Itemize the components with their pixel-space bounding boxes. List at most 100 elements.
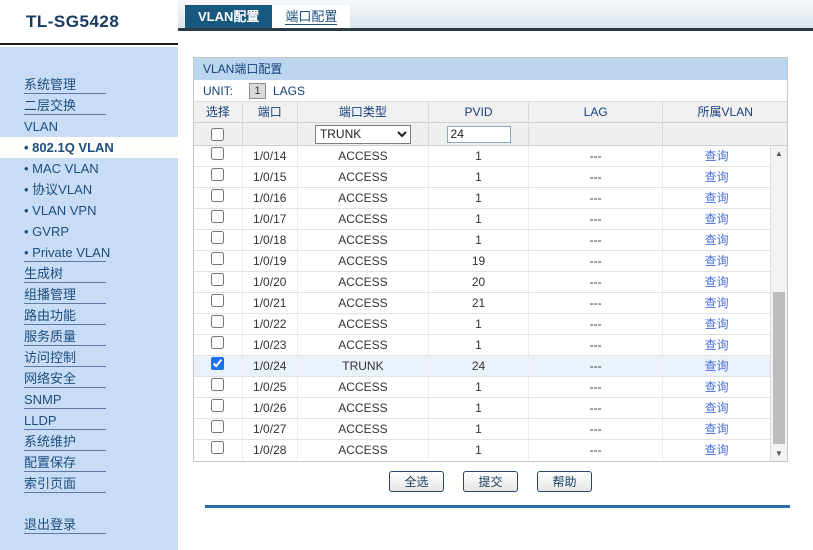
row-checkbox[interactable] [211, 168, 224, 181]
tab-label: VLAN配置 [198, 9, 259, 24]
port-rows-area: 1/0/14 ACCESS 1 --- 查询 1/0/15 ACCESS 1 -… [194, 146, 787, 461]
sidebar-item[interactable]: LLDP [0, 410, 178, 431]
sidebar-item-label: 二层交换 [24, 98, 76, 113]
pvid-cell: 19 [428, 251, 528, 271]
vlan-query-link[interactable]: 查询 [705, 233, 729, 247]
row-checkbox[interactable] [211, 420, 224, 433]
pvid-cell: 1 [428, 419, 528, 439]
vlan-query-link[interactable]: 查询 [705, 254, 729, 268]
row-checkbox[interactable] [211, 315, 224, 328]
sidebar-item[interactable]: SNMP [0, 389, 178, 410]
vlan-query-link[interactable]: 查询 [705, 380, 729, 394]
sidebar-item[interactable]: GVRP [0, 221, 178, 242]
sidebar-item[interactable]: 配置保存 [0, 452, 178, 473]
table-row: 1/0/18 ACCESS 1 --- 查询 [194, 230, 770, 251]
help-button[interactable]: 帮助 [537, 471, 592, 492]
port-cell: 1/0/21 [242, 293, 297, 313]
lag-cell: --- [528, 314, 663, 334]
table-row: 1/0/22 ACCESS 1 --- 查询 [194, 314, 770, 335]
sidebar-item[interactable]: VLAN [0, 116, 178, 137]
sidebar-item[interactable]: 退出登录 [0, 514, 178, 535]
vlan-query-link[interactable]: 查询 [705, 443, 729, 457]
footer-divider [205, 505, 790, 508]
row-checkbox[interactable] [211, 189, 224, 202]
col-header-pvid: PVID [428, 102, 528, 122]
vlan-query-link[interactable]: 查询 [705, 317, 729, 331]
vlan-query-link[interactable]: 查询 [705, 296, 729, 310]
sidebar-item[interactable]: 系统维护 [0, 431, 178, 452]
col-header-select: 选择 [194, 102, 242, 122]
row-checkbox[interactable] [211, 336, 224, 349]
row-checkbox[interactable] [211, 252, 224, 265]
port-type-cell: ACCESS [297, 419, 429, 439]
lag-cell: --- [528, 230, 663, 250]
row-checkbox[interactable] [211, 441, 224, 454]
lag-cell: --- [528, 209, 663, 229]
sidebar-item-label: SNMP [24, 392, 62, 407]
pvid-cell: 1 [428, 188, 528, 208]
unit-selector-row: UNIT: 1 LAGS [194, 80, 787, 102]
sidebar-item-label: 网络安全 [24, 371, 76, 386]
scrollbar-thumb[interactable] [773, 292, 785, 444]
vlan-query-link[interactable]: 查询 [705, 170, 729, 184]
port-cell: 1/0/20 [242, 272, 297, 292]
sidebar-item-label: 802.1Q VLAN [32, 140, 114, 155]
sidebar-item[interactable]: 协议VLAN [0, 179, 178, 200]
submit-button[interactable]: 提交 [463, 471, 518, 492]
unit-1-button[interactable]: 1 [249, 83, 266, 99]
select-all-checkbox[interactable] [211, 128, 224, 141]
sidebar-item[interactable]: 组播管理 [0, 284, 178, 305]
sidebar-item[interactable]: MAC VLAN [0, 158, 178, 179]
sidebar-item[interactable]: 802.1Q VLAN [0, 137, 178, 158]
sidebar-item[interactable]: 路由功能 [0, 305, 178, 326]
port-type-select[interactable]: TRUNK [315, 125, 411, 144]
pvid-cell: 1 [428, 314, 528, 334]
scroll-up-icon[interactable]: ▲ [771, 146, 787, 161]
table-row: 1/0/25 ACCESS 1 --- 查询 [194, 377, 770, 398]
sidebar-item[interactable]: VLAN VPN [0, 200, 178, 221]
port-type-cell: ACCESS [297, 230, 429, 250]
pvid-input[interactable] [447, 126, 511, 143]
row-checkbox[interactable] [211, 273, 224, 286]
sidebar-item[interactable]: 索引页面 [0, 473, 178, 494]
sidebar-item-label: 访问控制 [24, 350, 76, 365]
vlan-query-link[interactable]: 查询 [705, 359, 729, 373]
sidebar-item[interactable]: 网络安全 [0, 368, 178, 389]
sidebar-item[interactable]: 二层交换 [0, 95, 178, 116]
sidebar-item[interactable]: 系统管理 [0, 74, 178, 95]
select-all-button[interactable]: 全选 [389, 471, 444, 492]
vlan-query-link[interactable]: 查询 [705, 191, 729, 205]
vlan-query-link[interactable]: 查询 [705, 422, 729, 436]
port-type-cell: ACCESS [297, 440, 429, 461]
action-buttons: 全选 提交 帮助 [193, 471, 788, 492]
scrollbar[interactable]: ▲ ▼ [770, 146, 787, 461]
row-checkbox[interactable] [211, 231, 224, 244]
row-checkbox[interactable] [211, 378, 224, 391]
row-checkbox[interactable] [211, 357, 224, 370]
pvid-cell: 20 [428, 272, 528, 292]
sidebar-item-label: Private VLAN [32, 245, 110, 260]
sidebar-item-label: 索引页面 [24, 476, 76, 491]
port-cell: 1/0/27 [242, 419, 297, 439]
vlan-query-link[interactable]: 查询 [705, 275, 729, 289]
row-checkbox[interactable] [211, 210, 224, 223]
vlan-query-link[interactable]: 查询 [705, 149, 729, 163]
scroll-down-icon[interactable]: ▼ [771, 446, 787, 461]
sidebar-item[interactable]: 访问控制 [0, 347, 178, 368]
row-checkbox[interactable] [211, 294, 224, 307]
sidebar-item-label: MAC VLAN [32, 161, 98, 176]
device-model-title: TL-SG5428 [0, 0, 178, 45]
row-checkbox[interactable] [211, 147, 224, 160]
tab-port-config[interactable]: 端口配置 [272, 5, 350, 28]
sidebar-item[interactable]: Private VLAN [0, 242, 178, 263]
bulk-edit-row: TRUNK [194, 123, 787, 146]
sidebar-nav: 系统管理 二层交换 VLAN 802.1Q VLAN MAC VLAN 协议VL… [0, 47, 178, 550]
vlan-query-link[interactable]: 查询 [705, 401, 729, 415]
sidebar-item[interactable]: 服务质量 [0, 326, 178, 347]
row-checkbox[interactable] [211, 399, 224, 412]
tab-vlan-config[interactable]: VLAN配置 [185, 5, 272, 28]
sidebar-item[interactable]: 生成树 [0, 263, 178, 284]
table-row: 1/0/24 TRUNK 24 --- 查询 [194, 356, 770, 377]
vlan-query-link[interactable]: 查询 [705, 338, 729, 352]
vlan-query-link[interactable]: 查询 [705, 212, 729, 226]
